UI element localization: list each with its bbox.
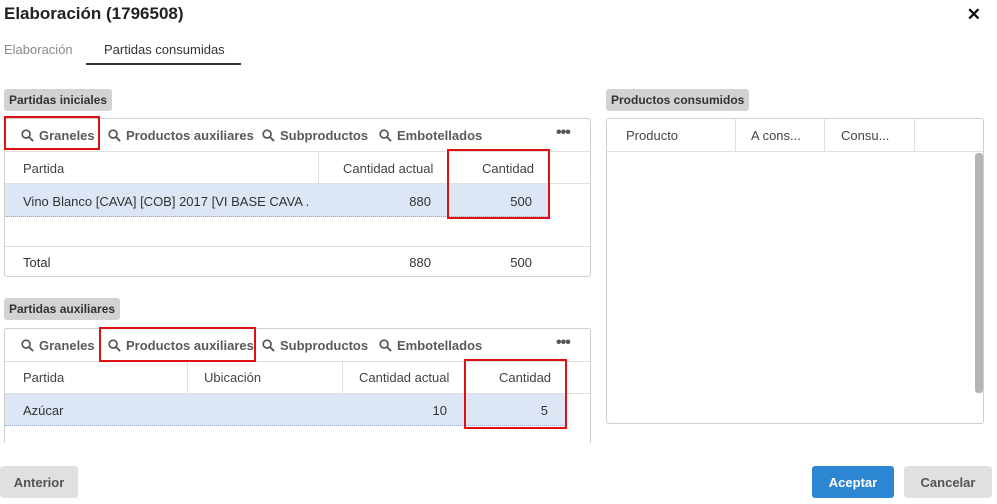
column-divider (448, 152, 449, 184)
tab-elaboracion[interactable]: Elaboración (4, 42, 73, 57)
column-header-partida[interactable]: Partida (23, 161, 64, 176)
productos-auxiliares-button[interactable]: Productos auxiliares (108, 125, 254, 145)
embotellados-label: Embotellados (397, 127, 483, 143)
divider (5, 361, 590, 362)
divider (5, 246, 590, 247)
search-icon (379, 128, 392, 142)
active-tab-indicator (86, 63, 241, 65)
graneles-button[interactable]: Graneles (21, 335, 95, 355)
productos-auxiliares-button[interactable]: Productos auxiliares (108, 335, 254, 355)
section-label-partidas-auxiliares: Partidas auxiliares (4, 298, 121, 320)
cell-cantidad-actual: 10 (432, 403, 447, 418)
productos-auxiliares-label: Productos auxiliares (126, 127, 254, 143)
section-label-productos-consumidos: Productos consumidos (606, 89, 750, 111)
cell-partida: Azúcar (23, 403, 64, 418)
subproductos-label: Subproductos (280, 127, 369, 143)
aceptar-button[interactable]: Aceptar (812, 466, 894, 498)
column-header-partida[interactable]: Partida (23, 370, 64, 385)
divider (607, 151, 983, 152)
more-options-icon[interactable]: ••• (556, 334, 571, 352)
column-header-producto[interactable]: Producto (626, 128, 678, 143)
column-header-consumido[interactable]: Consu... (841, 128, 889, 143)
subproductos-label: Subproductos (280, 337, 369, 353)
total-cantidad-actual: 880 (409, 255, 431, 270)
column-divider (342, 362, 343, 393)
search-icon (262, 338, 275, 352)
partidas-auxiliares-panel: Graneles Productos auxiliares Subproduct… (4, 328, 591, 443)
productos-consumidos-panel: Producto A cons... Consu... (606, 118, 984, 424)
graneles-label: Graneles (39, 127, 95, 143)
vertical-scrollbar[interactable] (975, 153, 983, 393)
column-divider (824, 119, 825, 151)
column-divider (735, 119, 736, 151)
more-options-icon[interactable]: ••• (556, 124, 571, 142)
graneles-button[interactable]: Graneles (21, 125, 95, 145)
divider (5, 151, 590, 152)
tab-partidas-consumidas[interactable]: Partidas consumidas (104, 42, 225, 57)
column-header-cantidad-actual[interactable]: Cantidad actual (359, 370, 449, 385)
column-divider (187, 362, 188, 393)
column-header-a-consumir[interactable]: A cons... (751, 128, 801, 143)
column-divider (914, 119, 915, 151)
search-icon (21, 338, 34, 352)
section-label-partidas-iniciales: Partidas iniciales (4, 89, 113, 111)
cell-cantidad-actual: 880 (409, 194, 431, 209)
cancelar-button[interactable]: Cancelar (904, 466, 992, 498)
embotellados-button[interactable]: Embotellados (379, 125, 482, 145)
graneles-label: Graneles (39, 337, 95, 353)
total-label: Total (23, 255, 51, 270)
anterior-button[interactable]: Anterior (0, 466, 78, 498)
column-header-cantidad-actual[interactable]: Cantidad actual (343, 161, 433, 176)
column-divider (318, 152, 319, 184)
embotellados-button[interactable]: Embotellados (379, 335, 482, 355)
column-header-ubicacion[interactable]: Ubicación (204, 370, 261, 385)
embotellados-label: Embotellados (397, 337, 483, 353)
cell-cantidad[interactable]: 5 (471, 403, 548, 418)
search-icon (21, 128, 34, 142)
total-cantidad: 500 (510, 255, 532, 270)
column-header-cantidad[interactable]: Cantidad (499, 370, 551, 385)
search-icon (108, 128, 121, 142)
subproductos-button[interactable]: Subproductos (262, 125, 368, 145)
dialog-title: Elaboración (1796508) (4, 4, 184, 23)
column-header-cantidad[interactable]: Cantidad (482, 161, 534, 176)
column-divider (465, 362, 466, 393)
cell-cantidad[interactable]: 500 (455, 194, 532, 209)
productos-auxiliares-label: Productos auxiliares (126, 337, 254, 353)
search-icon (379, 338, 392, 352)
cell-partida: Vino Blanco [CAVA] [COB] 2017 [VI BASE C… (23, 194, 308, 209)
search-icon (262, 128, 275, 142)
partidas-iniciales-panel: Graneles Productos auxiliares Subproduct… (4, 118, 591, 277)
close-icon[interactable]: ✕ (967, 5, 981, 25)
search-icon (108, 338, 121, 352)
subproductos-button[interactable]: Subproductos (262, 335, 368, 355)
